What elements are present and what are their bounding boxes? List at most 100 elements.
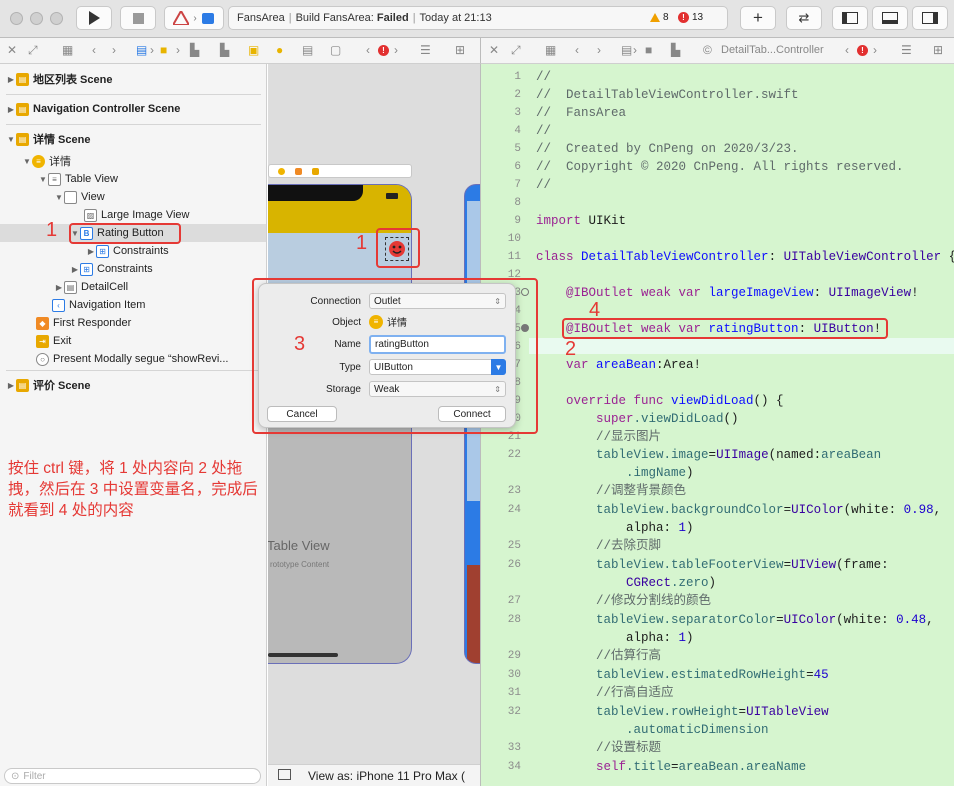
filter-input[interactable]: ⊙ Filter bbox=[4, 768, 261, 784]
outline-row-review-scene[interactable]: ▶ ▤ 评价 Scene bbox=[0, 376, 266, 394]
back-icon[interactable]: ‹ bbox=[575, 43, 579, 57]
storyboard-icon[interactable]: ▙ bbox=[190, 43, 199, 57]
disclosure-triangle-icon[interactable]: ▶ bbox=[6, 105, 16, 114]
forward-icon[interactable]: › bbox=[112, 43, 116, 57]
outline-row-constraints[interactable]: ▶ ⊞ Constraints bbox=[0, 260, 266, 278]
warnings-badge[interactable]: 8 bbox=[650, 12, 669, 23]
code-review-button[interactable]: ⇄ bbox=[786, 6, 822, 30]
disclosure-triangle-icon[interactable]: ▼ bbox=[22, 157, 32, 166]
disclosure-triangle-icon[interactable]: ▶ bbox=[54, 283, 64, 292]
add-editor-icon[interactable]: ⊞ bbox=[933, 43, 943, 57]
forward-icon[interactable]: › bbox=[597, 43, 601, 57]
dock-exit-icon[interactable] bbox=[312, 168, 319, 175]
outline-row-detail-scene[interactable]: ▼ ▤ 详情 Scene bbox=[0, 130, 266, 148]
right-jump-bar: ✕ ⤢ ▦ ‹ › ▤ › ■ ▙ © DetailTab...Controll… bbox=[480, 38, 954, 64]
minimize-window-button[interactable] bbox=[30, 12, 43, 25]
right-panel-icon bbox=[922, 12, 938, 24]
swift-file-icon[interactable]: ▙ bbox=[671, 43, 680, 57]
run-button[interactable] bbox=[76, 6, 112, 30]
outline-row-segue[interactable]: ○ Present Modally segue “showRevi... bbox=[0, 350, 266, 368]
outline-row-first-responder[interactable]: ◆ First Responder bbox=[0, 314, 266, 332]
outline-row-exit[interactable]: ⇥ Exit bbox=[0, 332, 266, 350]
minimap-icon[interactable]: ☰ bbox=[420, 43, 431, 57]
filter-placeholder: Filter bbox=[23, 770, 46, 782]
class-icon[interactable]: © bbox=[703, 43, 712, 57]
second-scene-image bbox=[467, 565, 480, 663]
controller-icon[interactable]: ● bbox=[276, 43, 283, 57]
library-button[interactable]: + bbox=[740, 6, 776, 30]
scene-icon[interactable]: ▣ bbox=[248, 43, 259, 57]
code-line: // FansArea bbox=[536, 106, 627, 120]
code-line: tableView.rowHeight=UITableView bbox=[536, 705, 829, 719]
annotation-box-outlet-line bbox=[562, 318, 888, 339]
table-view-label: Table View bbox=[268, 538, 330, 553]
errors-badge[interactable]: ! 13 bbox=[678, 12, 703, 23]
expand-icon[interactable]: ⤢ bbox=[28, 43, 38, 58]
prev-issue-icon[interactable]: ‹ bbox=[366, 43, 370, 57]
outline-row-constraints-inner[interactable]: ▶ ⊞ Constraints bbox=[0, 242, 266, 260]
next-issue-icon[interactable]: › bbox=[873, 43, 877, 57]
line-number: 18 bbox=[481, 374, 954, 392]
outline-row-detail-cell[interactable]: ▶ ▤ DetailCell bbox=[0, 278, 266, 296]
disclosure-triangle-icon[interactable]: ▼ bbox=[38, 175, 48, 184]
code-line: CGRect.zero) bbox=[536, 576, 717, 590]
disclosure-triangle-icon[interactable]: ▶ bbox=[6, 75, 16, 84]
dock-controller-icon[interactable] bbox=[278, 168, 285, 175]
code-editor[interactable]: 1234567891011121314151617181920212223242… bbox=[480, 64, 954, 786]
issue-icon[interactable]: ! bbox=[857, 45, 868, 56]
outline-row-large-image-view[interactable]: ▨ Large Image View bbox=[0, 206, 266, 224]
view-icon[interactable]: ▢ bbox=[330, 43, 341, 57]
folder-icon[interactable]: ■ bbox=[645, 43, 652, 57]
chevron-right-icon: › bbox=[176, 43, 180, 57]
disclosure-triangle-icon[interactable]: ▶ bbox=[86, 247, 96, 256]
zoom-window-button[interactable] bbox=[50, 12, 63, 25]
outline-row-nav-scene[interactable]: ▶ ▤ Navigation Controller Scene bbox=[0, 100, 266, 118]
minimap-icon[interactable]: ☰ bbox=[901, 43, 912, 57]
error-icon: ! bbox=[678, 12, 689, 23]
disclosure-triangle-icon[interactable]: ▼ bbox=[6, 135, 16, 144]
outline-row-navigation-item[interactable]: ‹ Navigation Item bbox=[0, 296, 266, 314]
device-icon bbox=[201, 13, 214, 24]
outline-row-controller[interactable]: ▼ ≡ 详情 bbox=[0, 152, 266, 170]
scheme-selector[interactable]: › bbox=[164, 6, 224, 30]
outline-row-table-view[interactable]: ▼ ≡ Table View bbox=[0, 170, 266, 188]
toggle-navigator-button[interactable] bbox=[832, 6, 868, 30]
outline-row-view[interactable]: ▼ View bbox=[0, 188, 266, 206]
prev-issue-icon[interactable]: ‹ bbox=[845, 43, 849, 57]
back-icon[interactable]: ‹ bbox=[92, 43, 96, 57]
stop-button[interactable] bbox=[120, 6, 156, 30]
project-icon[interactable]: ▤ bbox=[621, 43, 632, 57]
jump-file-name[interactable]: DetailTab...Controller bbox=[721, 44, 824, 56]
storyboard-icon[interactable]: ▙ bbox=[220, 43, 229, 57]
toggle-inspector-button[interactable] bbox=[912, 6, 948, 30]
expand-icon[interactable]: ⤢ bbox=[511, 43, 521, 58]
outline-row-scene-list[interactable]: ▶ ▤ 地区列表 Scene bbox=[0, 70, 266, 88]
code-line: class DetailTableViewController: UITable… bbox=[536, 250, 954, 264]
dock-responder-icon[interactable] bbox=[295, 168, 302, 175]
disclosure-triangle-icon[interactable]: ▶ bbox=[70, 265, 80, 274]
toggle-debug-button[interactable] bbox=[872, 6, 908, 30]
code-line: alpha: 1) bbox=[536, 631, 694, 645]
table-view-icon[interactable]: ▤ bbox=[302, 43, 313, 57]
issue-icon[interactable]: ! bbox=[378, 45, 389, 56]
close-editor-icon[interactable]: ✕ bbox=[7, 43, 17, 57]
disclosure-triangle-icon[interactable]: ▼ bbox=[54, 193, 64, 202]
outline-toggle-icon[interactable] bbox=[278, 769, 291, 780]
scene-dock[interactable] bbox=[268, 164, 412, 178]
disclosure-triangle-icon[interactable]: ▶ bbox=[6, 381, 16, 390]
code-line: // bbox=[536, 124, 552, 138]
close-window-button[interactable] bbox=[10, 12, 23, 25]
exit-icon: ⇥ bbox=[36, 334, 49, 348]
view-as-label[interactable]: View as: iPhone 11 Pro Max ( bbox=[308, 769, 465, 783]
related-items-icon[interactable]: ▦ bbox=[545, 43, 556, 57]
close-editor-icon[interactable]: ✕ bbox=[489, 43, 499, 57]
outline-label: 评价 Scene bbox=[33, 380, 91, 392]
line-number: 10 bbox=[507, 233, 521, 245]
next-issue-icon[interactable]: › bbox=[394, 43, 398, 57]
folder-icon[interactable]: ■ bbox=[160, 43, 167, 57]
separator: | bbox=[412, 12, 416, 24]
related-items-icon[interactable]: ▦ bbox=[62, 43, 73, 57]
project-icon[interactable]: ▤ bbox=[136, 43, 147, 57]
errors-count: 13 bbox=[692, 12, 704, 23]
add-editor-icon[interactable]: ⊞ bbox=[455, 43, 465, 57]
